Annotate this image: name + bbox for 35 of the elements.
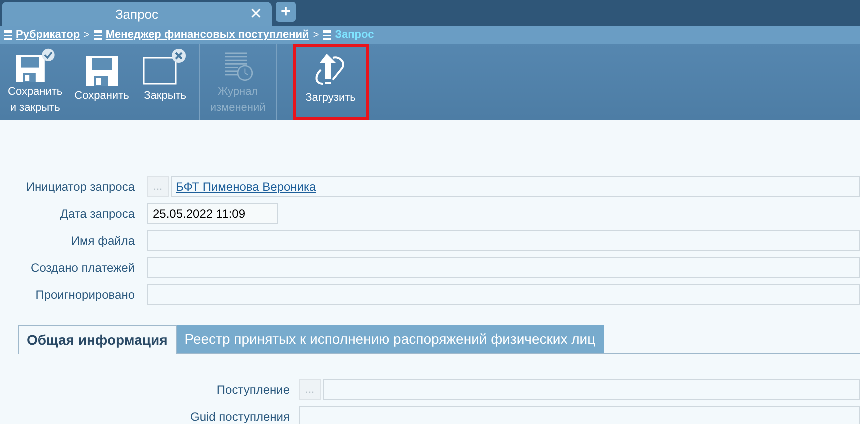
breadcrumb-separator: >: [84, 30, 90, 40]
text-field[interactable]: [147, 284, 860, 305]
window-close-icon: [142, 48, 188, 88]
document-icon: [323, 30, 332, 40]
field-label: Имя файла: [70, 234, 135, 248]
field-label: Поступление: [216, 382, 290, 396]
toolbar-button[interactable]: Сохранить: [68, 44, 136, 120]
breadcrumb-link[interactable]: Рубрикатор: [16, 29, 80, 41]
document-icon: [94, 30, 102, 40]
section-tab[interactable]: Общая информация: [18, 325, 177, 354]
field-label: Создано платежей: [30, 260, 135, 274]
date-field[interactable]: 25.05.2022 11:09: [147, 203, 278, 224]
text-field[interactable]: [147, 257, 860, 278]
new-tab-button[interactable]: +: [276, 2, 296, 22]
window-tab[interactable]: Запрос ×: [2, 2, 272, 26]
field-label: Дата запроса: [59, 206, 135, 220]
lookup-field[interactable]: БФТ Пименова Вероника: [171, 176, 860, 197]
breadcrumb-separator: >: [313, 30, 320, 40]
initiator-link[interactable]: БФТ Пименова Вероника: [176, 180, 316, 194]
picker-button[interactable]: ...: [147, 176, 169, 197]
toolbar-button[interactable]: Закрыть: [135, 44, 196, 120]
field-value: 25.05.2022 11:09: [153, 206, 246, 220]
document-icon: [4, 30, 12, 40]
toolbar-button[interactable]: Сохранить и закрыть: [2, 44, 69, 120]
text-field[interactable]: [299, 406, 860, 424]
section-tab[interactable]: Реестр принятых к исполнению распоряжений физических лиц: [176, 325, 604, 353]
lookup-field[interactable]: [323, 379, 860, 400]
field-label: Инициатор запроса: [25, 180, 135, 194]
field-label: Guid поступления: [190, 410, 290, 424]
toolbar-button[interactable]: Загрузить: [292, 44, 369, 120]
text-field[interactable]: [147, 230, 860, 251]
picker-button[interactable]: ...: [299, 379, 321, 400]
breadcrumb-link[interactable]: Менеджер финансовых поступлений: [106, 29, 310, 41]
close-tab-button[interactable]: ×: [250, 4, 262, 24]
field-label: Проигнорировано: [34, 288, 135, 302]
